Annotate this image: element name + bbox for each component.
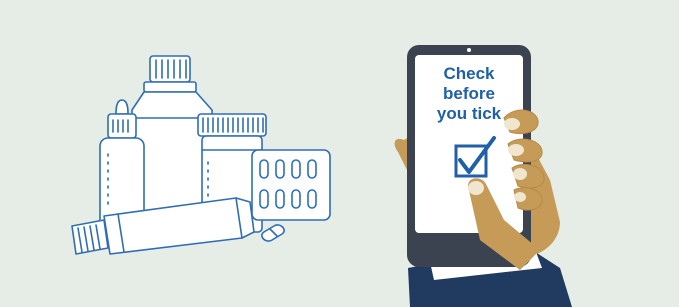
message-line-you-tick: you tick (436, 104, 502, 123)
message-line-before: before (443, 84, 495, 103)
illustration-canvas: Check before you tick (0, 0, 679, 307)
hand-phone-icon (394, 45, 572, 307)
message-line-check: Check (443, 64, 495, 83)
phone-message: Check before you tick (420, 64, 518, 124)
